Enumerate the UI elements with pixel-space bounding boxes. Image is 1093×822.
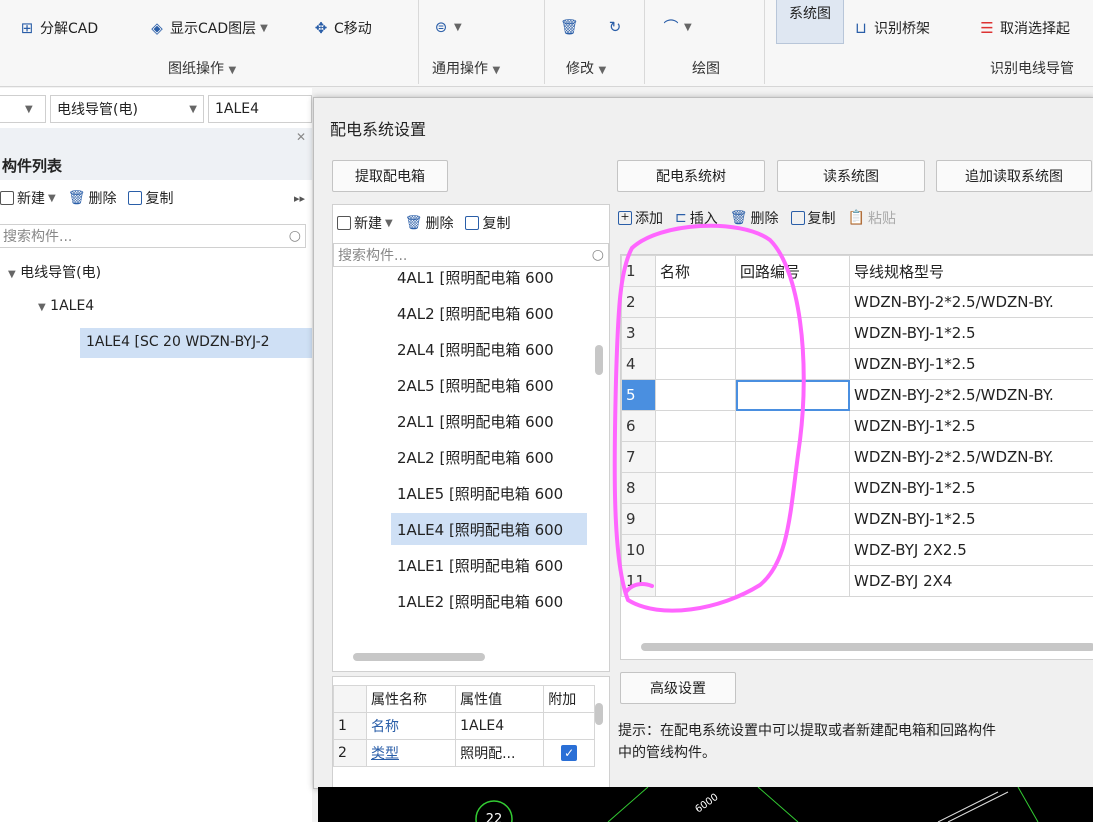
annotation-tail <box>624 582 654 594</box>
pink-annotation-overlay <box>612 223 806 613</box>
annotation-loop <box>612 223 806 613</box>
